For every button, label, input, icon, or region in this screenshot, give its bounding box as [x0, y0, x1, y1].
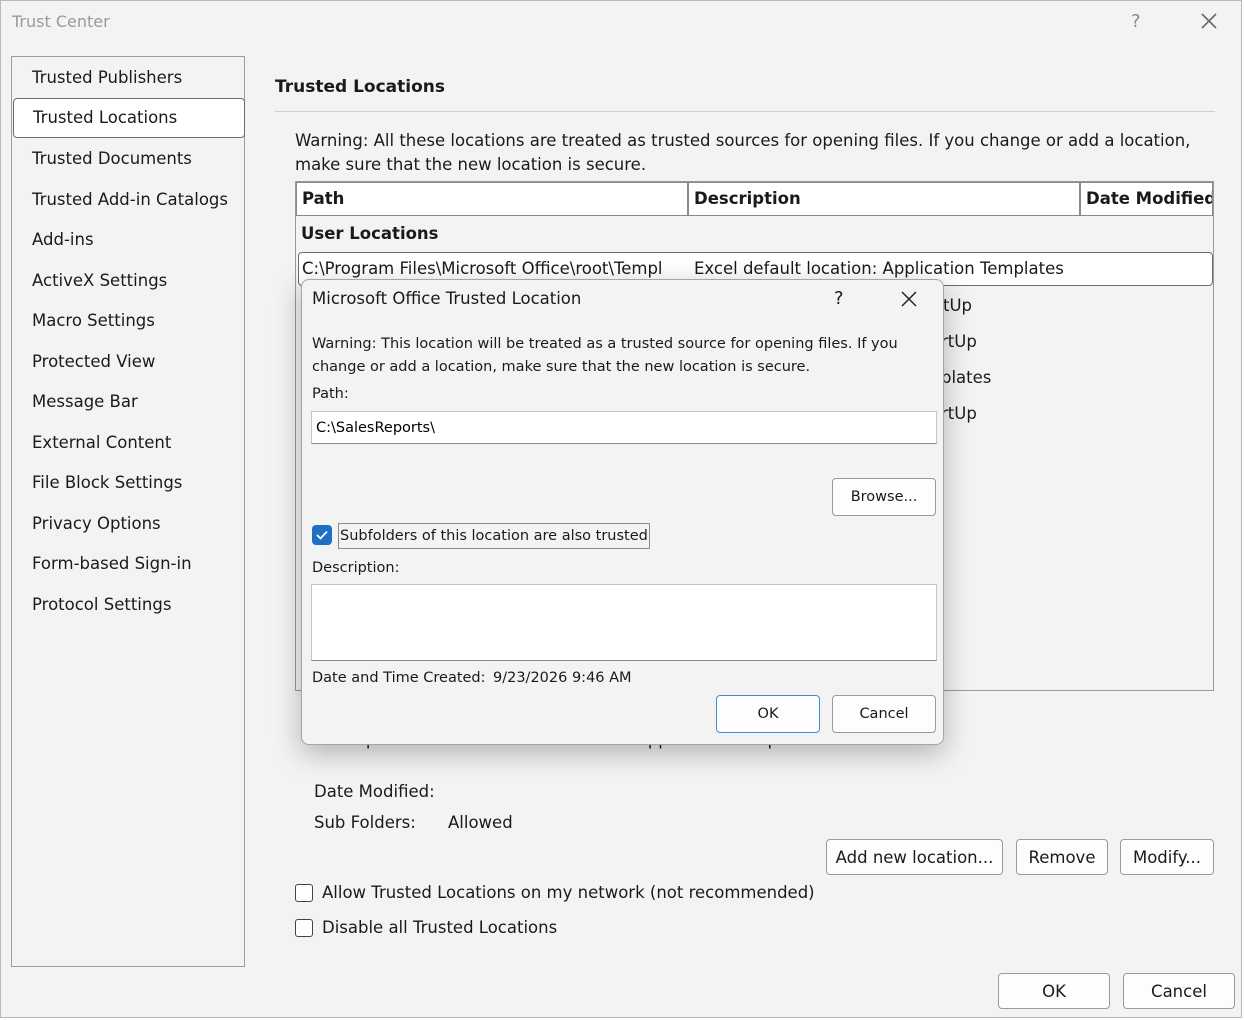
allow-network-checkbox[interactable] — [295, 884, 313, 902]
title-bar: Trust Center ? — [1, 1, 1241, 45]
sidebar-item-form-based-sign-in[interactable]: Form-based Sign-in — [12, 544, 244, 584]
row-description: rtUp — [941, 404, 977, 423]
sidebar-item-trusted-publishers[interactable]: Trusted Publishers — [12, 58, 244, 98]
path-input[interactable] — [311, 411, 937, 444]
remove-button[interactable]: Remove — [1016, 839, 1108, 875]
sidebar-item-file-block-settings[interactable]: File Block Settings — [12, 463, 244, 503]
section-title: Trusted Locations — [275, 77, 445, 97]
sidebar-item-activex-settings[interactable]: ActiveX Settings — [12, 261, 244, 301]
allow-network-label[interactable]: Allow Trusted Locations on my network (n… — [322, 883, 815, 902]
sidebar-item-message-bar[interactable]: Message Bar — [12, 382, 244, 422]
path-label: Path: — [312, 386, 349, 402]
detail-sub-folders-label: Sub Folders: — [314, 813, 416, 832]
dialog-ok-button[interactable]: OK — [716, 695, 820, 733]
row-description: plates — [941, 368, 992, 387]
divider — [275, 111, 1215, 112]
add-new-location-button[interactable]: Add new location... — [826, 839, 1003, 875]
browse-button[interactable]: Browse... — [832, 478, 936, 516]
window-title: Trust Center — [12, 12, 110, 31]
column-header-date-modified[interactable]: Date Modified — [1080, 182, 1213, 216]
close-icon[interactable] — [1197, 9, 1221, 33]
dialog-cancel-button[interactable]: Cancel — [832, 695, 936, 733]
trusted-locations-warning: Warning: All these locations are treated… — [295, 131, 1191, 174]
column-header-path[interactable]: Path — [296, 182, 688, 216]
ok-button[interactable]: OK — [998, 973, 1110, 1009]
row-description: rtUp — [941, 332, 977, 351]
row-description: tUp — [943, 296, 973, 315]
disable-all-label[interactable]: Disable all Trusted Locations — [322, 918, 557, 937]
date-created-value: 9/23/2026 9:46 AM — [493, 670, 632, 686]
sidebar-nav: Trusted Publishers Trusted Locations Tru… — [11, 56, 245, 967]
sidebar-item-protected-view[interactable]: Protected View — [12, 342, 244, 382]
cancel-button[interactable]: Cancel — [1123, 973, 1235, 1009]
trust-center-window: Trust Center ? Trusted Publishers Truste… — [0, 0, 1242, 1018]
dialog-description-label: Description: — [312, 560, 400, 576]
sidebar-item-protocol-settings[interactable]: Protocol Settings — [12, 585, 244, 625]
checkmark-icon — [316, 530, 328, 540]
sidebar-item-trusted-documents[interactable]: Trusted Documents — [12, 139, 244, 179]
sidebar-item-privacy-options[interactable]: Privacy Options — [12, 504, 244, 544]
detail-sub-folders-value: Allowed — [448, 813, 513, 832]
column-header-description[interactable]: Description — [688, 182, 1080, 216]
sidebar-item-macro-settings[interactable]: Macro Settings — [12, 301, 244, 341]
help-icon[interactable]: ? — [1131, 11, 1141, 32]
description-field[interactable] — [311, 584, 937, 661]
dialog-help-icon[interactable]: ? — [834, 288, 844, 309]
subfolders-checkbox[interactable] — [312, 525, 332, 545]
detail-date-modified-label: Date Modified: — [314, 782, 435, 801]
dialog-close-icon[interactable] — [898, 288, 920, 310]
date-created-label: Date and Time Created: — [312, 670, 486, 686]
dialog-warning: Warning: This location will be treated a… — [312, 336, 898, 375]
sidebar-item-add-ins[interactable]: Add-ins — [12, 220, 244, 260]
sidebar-item-trusted-locations[interactable]: Trusted Locations — [13, 98, 245, 138]
sidebar-item-external-content[interactable]: External Content — [12, 423, 244, 463]
disable-all-checkbox[interactable] — [295, 919, 313, 937]
sidebar-item-trusted-add-in-catalogs[interactable]: Trusted Add-in Catalogs — [12, 180, 244, 220]
group-label-user-locations: User Locations — [301, 224, 439, 243]
dialog-title: Microsoft Office Trusted Location — [312, 289, 582, 308]
trusted-location-dialog: Microsoft Office Trusted Location ? Warn… — [301, 279, 944, 745]
subfolders-label[interactable]: Subfolders of this location are also tru… — [338, 523, 650, 549]
modify-button[interactable]: Modify... — [1120, 839, 1214, 875]
